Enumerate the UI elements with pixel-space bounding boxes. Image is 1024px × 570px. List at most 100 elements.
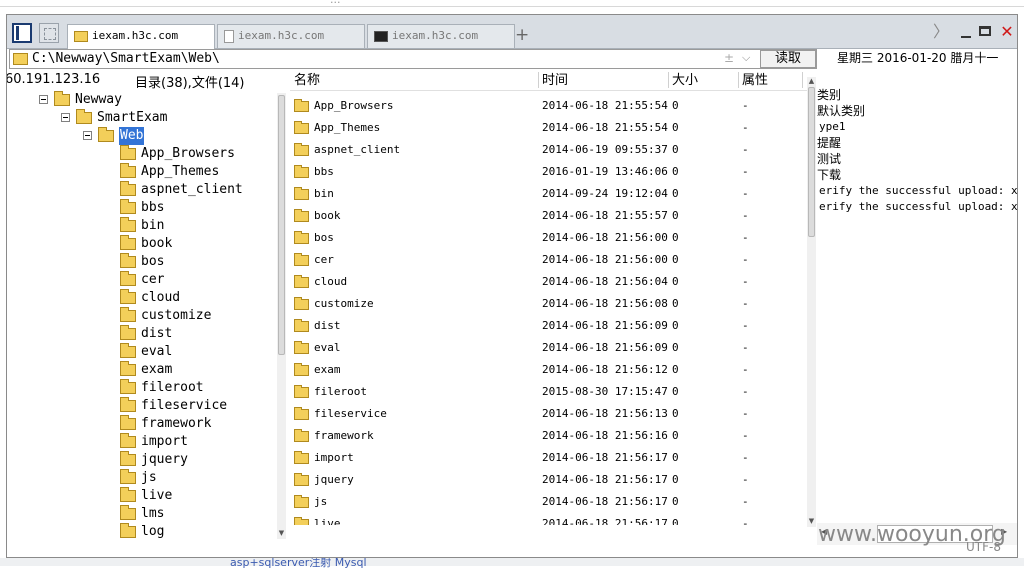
file-attr: - (742, 473, 749, 486)
file-list-row[interactable]: App_Browsers 2014-06-18 21:55:54 0 - (290, 95, 810, 117)
new-tab-button[interactable]: + (515, 25, 529, 45)
path-bar[interactable]: C:\Newway\SmartExam\Web\ ± ⌵ 读取 (9, 49, 817, 69)
file-attr: - (742, 407, 749, 420)
file-time: 2014-06-18 21:56:13 (542, 407, 668, 420)
file-list-row[interactable]: exam 2014-06-18 21:56:12 0 - (290, 359, 810, 381)
file-size: 0 (672, 253, 679, 266)
file-list-row[interactable]: cloud 2014-06-18 21:56:04 0 - (290, 271, 810, 293)
path-input[interactable]: C:\Newway\SmartExam\Web\ (32, 51, 220, 67)
file-list-row[interactable]: fileservice 2014-06-18 21:56:13 0 - (290, 403, 810, 425)
file-size: 0 (672, 209, 679, 222)
folder-icon (294, 231, 309, 244)
file-size: 0 (672, 429, 679, 442)
file-size: 0 (672, 99, 679, 112)
tree-node-label: lms (141, 506, 165, 521)
column-header-size[interactable]: 大小 (672, 72, 698, 89)
file-list-row[interactable]: js 2014-06-18 21:56:17 0 - (290, 491, 810, 513)
file-list-row[interactable]: book 2014-06-18 21:55:57 0 - (290, 205, 810, 227)
column-header-attr[interactable]: 属性 (742, 72, 768, 89)
scroll-up-arrow-icon[interactable]: ▲ (807, 77, 816, 85)
collapse-icon[interactable] (61, 113, 70, 122)
file-name: fileservice (314, 407, 387, 420)
sidebar-toggle-icon[interactable] (12, 23, 32, 43)
file-name: bin (314, 187, 334, 200)
minimize-button[interactable] (956, 22, 976, 42)
file-time: 2014-06-18 21:56:00 (542, 231, 668, 244)
file-list-row[interactable]: jquery 2014-06-18 21:56:17 0 - (290, 469, 810, 491)
file-attr: - (742, 517, 749, 525)
file-time: 2014-06-18 21:56:16 (542, 429, 668, 442)
file-list-row[interactable]: aspnet_client 2014-06-19 09:55:37 0 - (290, 139, 810, 161)
scroll-down-arrow-icon[interactable]: ▼ (807, 517, 816, 525)
file-attr: - (742, 99, 749, 112)
read-button[interactable]: 读取 (760, 50, 816, 68)
file-list-row[interactable]: App_Themes 2014-06-18 21:55:54 0 - (290, 117, 810, 139)
tree-scrollbar-thumb[interactable] (278, 95, 285, 355)
column-header-name[interactable]: 名称 (294, 72, 320, 89)
file-size: 0 (672, 319, 679, 332)
folder-icon (294, 253, 309, 266)
file-list-row[interactable]: customize 2014-06-18 21:56:08 0 - (290, 293, 810, 315)
tree-node-label: fileservice (141, 398, 228, 413)
chevron-right-icon[interactable]: 〉 (931, 22, 951, 42)
file-attr: - (742, 297, 749, 310)
tree-node-label: SmartExam (97, 110, 168, 125)
file-time: 2014-06-19 09:55:37 (542, 143, 668, 156)
list-scrollbar[interactable]: ▲ ▼ (807, 77, 816, 527)
file-size: 0 (672, 517, 679, 525)
file-list-row[interactable]: bbs 2016-01-19 13:46:06 0 - (290, 161, 810, 183)
file-time: 2014-06-18 21:55:54 (542, 99, 668, 112)
file-name: customize (314, 297, 374, 310)
tree-node-label: Newway (75, 92, 122, 107)
collapse-icon[interactable] (83, 131, 92, 140)
file-list-row[interactable]: live 2014-06-18 21:56:17 0 - (290, 513, 810, 525)
file-size: 0 (672, 363, 679, 376)
document-icon (224, 29, 234, 43)
file-size: 0 (672, 495, 679, 508)
folder-icon (294, 363, 309, 376)
folder-icon (98, 127, 114, 142)
scroll-down-arrow-icon[interactable]: ▼ (277, 529, 286, 537)
tree-node-label: Web (119, 127, 145, 145)
file-list-row[interactable]: bin 2014-09-24 19:12:04 0 - (290, 183, 810, 205)
file-list-row[interactable]: cer 2014-06-18 21:56:00 0 - (290, 249, 810, 271)
file-list-row[interactable]: framework 2014-06-18 21:56:16 0 - (290, 425, 810, 447)
column-header-time[interactable]: 时间 (542, 72, 568, 89)
tab-document[interactable]: iexam.h3c.com (217, 24, 365, 48)
file-time: 2015-08-30 17:15:47 (542, 385, 668, 398)
column-divider[interactable] (738, 72, 739, 88)
file-time: 2014-09-24 19:12:04 (542, 187, 668, 200)
file-time: 2014-06-18 21:55:57 (542, 209, 668, 222)
file-list-row[interactable]: bos 2014-06-18 21:56:00 0 - (290, 227, 810, 249)
plus-minus-icon[interactable]: ± (724, 51, 734, 65)
folder-icon (294, 341, 309, 354)
file-list-row[interactable]: dist 2014-06-18 21:56:09 0 - (290, 315, 810, 337)
column-divider[interactable] (802, 72, 803, 88)
file-name: bos (314, 231, 334, 244)
list-scrollbar-thumb[interactable] (808, 87, 815, 237)
tree-node-label: App_Browsers (141, 146, 235, 161)
folder-icon (120, 181, 136, 196)
file-list[interactable]: App_Browsers 2014-06-18 21:55:54 0- App_The… (290, 95, 810, 525)
file-list-row[interactable]: eval 2014-06-18 21:56:09 0 - (290, 337, 810, 359)
tree-scrollbar[interactable]: ▼ (277, 93, 286, 539)
folder-icon (120, 163, 136, 178)
close-button[interactable]: ✕ (997, 22, 1017, 42)
file-list-row[interactable]: fileroot 2015-08-30 17:15:47 0 - (290, 381, 810, 403)
folder-icon (120, 199, 136, 214)
collapse-icon[interactable] (39, 95, 48, 104)
file-attr: - (742, 319, 749, 332)
folder-icon (54, 91, 70, 106)
column-divider[interactable] (668, 72, 669, 88)
tab-file-manager[interactable]: iexam.h3c.com (67, 24, 215, 49)
selection-icon[interactable] (39, 23, 59, 43)
chevron-down-icon[interactable]: ⌵ (742, 51, 750, 65)
column-divider[interactable] (538, 72, 539, 88)
maximize-button[interactable] (976, 22, 996, 42)
tab-terminal[interactable]: iexam.h3c.com (367, 24, 515, 48)
tree-node-label: bin (141, 218, 165, 233)
file-time: 2014-06-18 21:56:04 (542, 275, 668, 288)
file-list-row[interactable]: import 2014-06-18 21:56:17 0 - (290, 447, 810, 469)
directory-tree[interactable]: Newway SmartExam Web App_Browsers App_Themes… (7, 91, 275, 538)
background-strip: ... (0, 0, 1024, 7)
